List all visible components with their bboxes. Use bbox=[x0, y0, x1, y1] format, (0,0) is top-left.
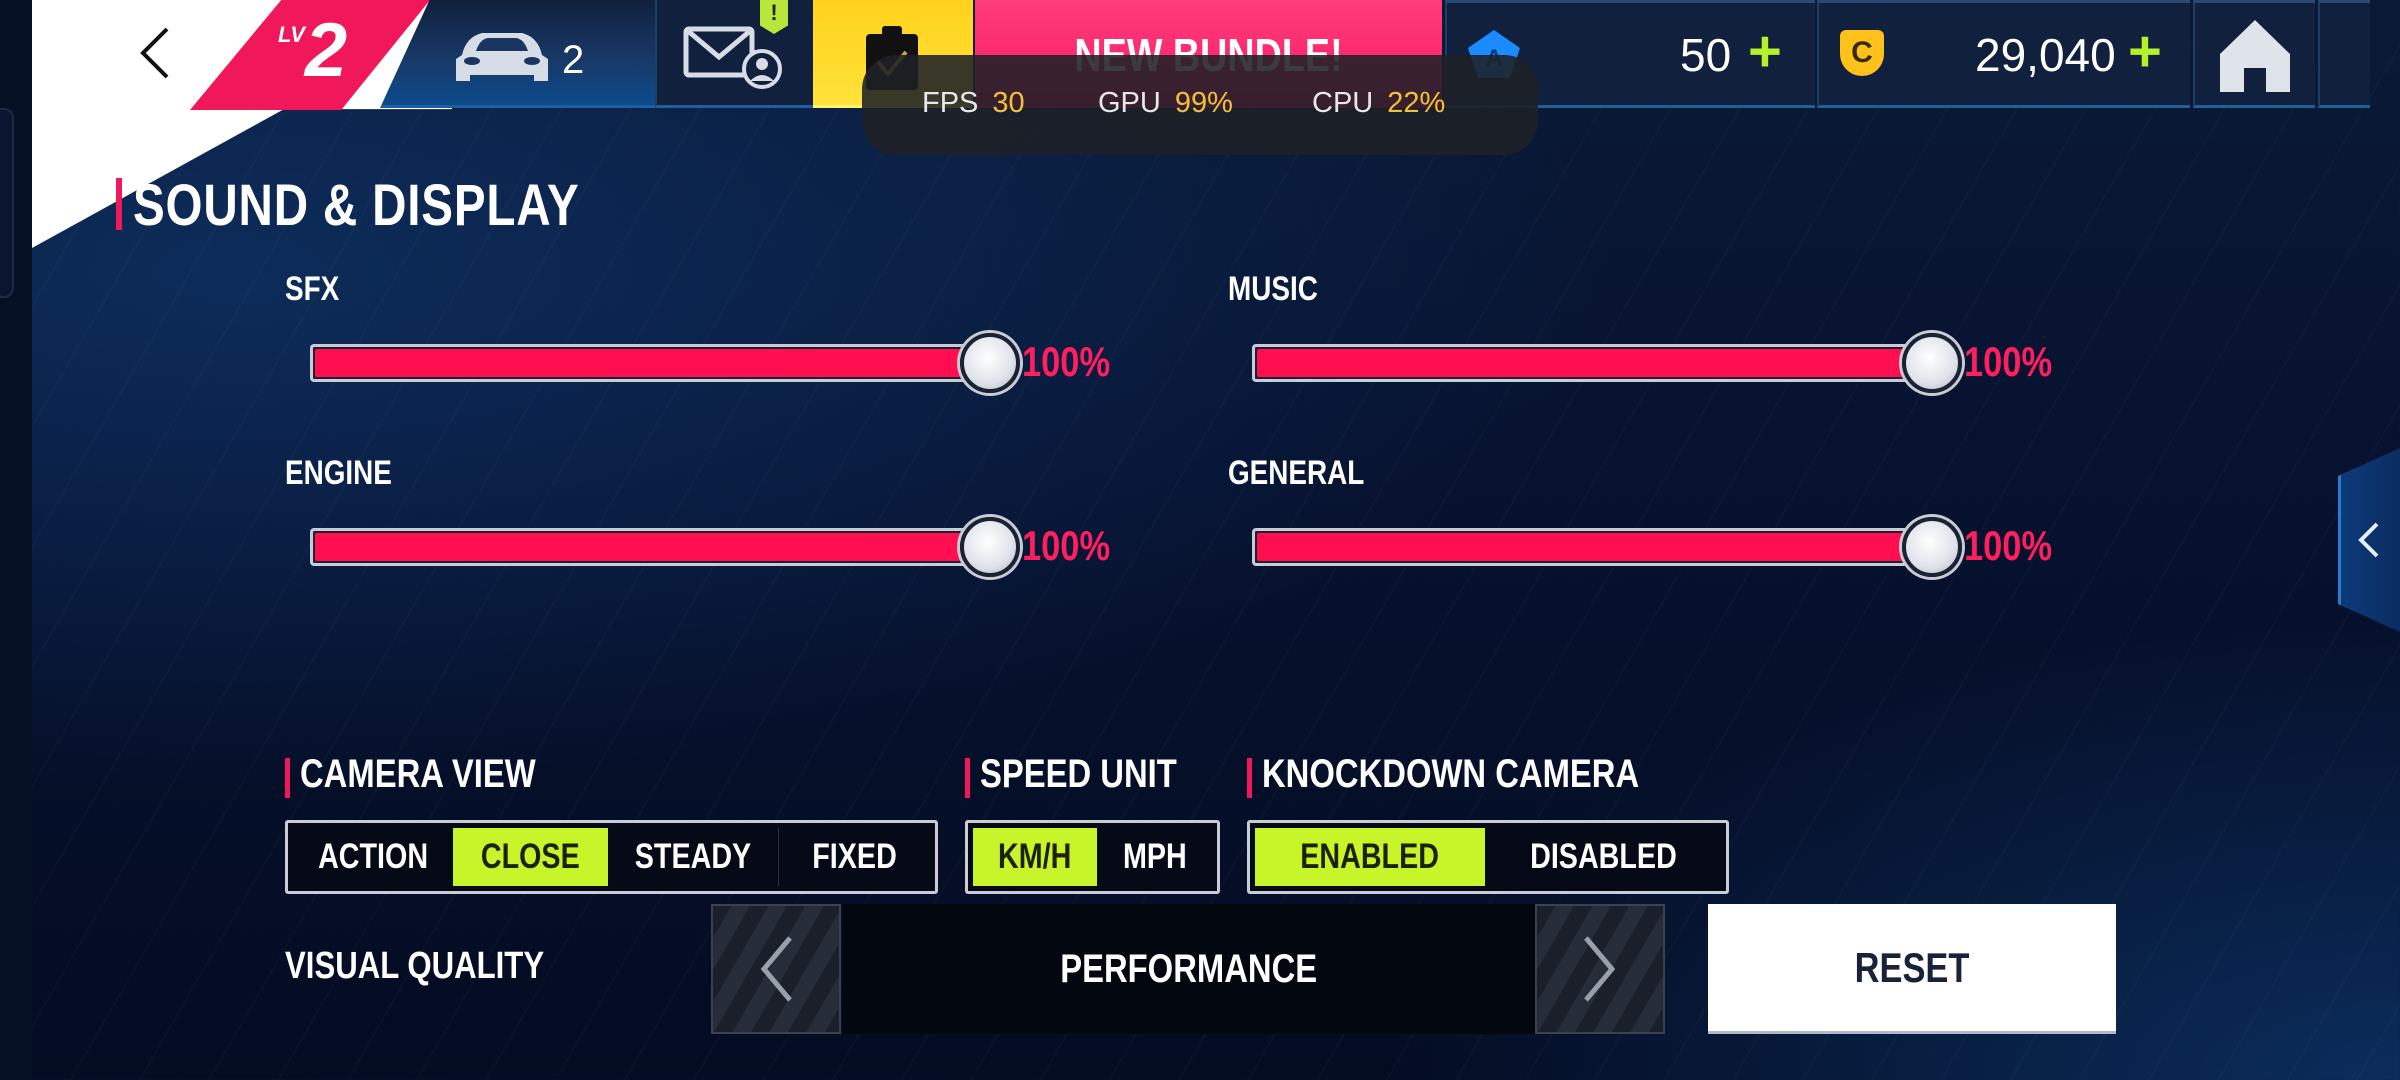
page-title: SOUND & DISPLAY bbox=[133, 173, 580, 238]
general-value: 100% bbox=[1964, 522, 2053, 569]
fps-readout: FPS 30 bbox=[922, 87, 1025, 119]
music-label: MUSIC bbox=[1228, 270, 1318, 308]
sfx-slider-thumb[interactable] bbox=[960, 333, 1020, 393]
general-slider-fill bbox=[1257, 533, 1947, 561]
back-button[interactable] bbox=[120, 18, 190, 88]
knockdown-option-disabled[interactable]: DISABLED bbox=[1485, 828, 1721, 886]
general-label: GENERAL bbox=[1228, 454, 1365, 492]
speed-option-mph[interactable]: MPH bbox=[1097, 828, 1212, 886]
general-slider-thumb[interactable] bbox=[1902, 517, 1962, 577]
speed-unit-accent bbox=[965, 758, 970, 798]
visual-quality-next-button[interactable] bbox=[1535, 904, 1665, 1034]
visual-quality-value: PERFORMANCE bbox=[1060, 946, 1318, 991]
chevron-left-icon bbox=[2358, 522, 2379, 558]
knockdown-camera-label: KNOCKDOWN CAMERA bbox=[1262, 752, 1640, 796]
reset-button[interactable]: RESET bbox=[1708, 904, 2116, 1034]
sfx-value: 100% bbox=[1022, 338, 1111, 385]
add-tokens-button[interactable]: + bbox=[1748, 18, 1782, 85]
knockdown-camera-accent bbox=[1247, 758, 1252, 798]
camera-option-steady[interactable]: STEADY bbox=[608, 828, 778, 886]
tokens-value: 50 bbox=[1680, 29, 1732, 81]
camera-option-close[interactable]: CLOSE bbox=[453, 828, 608, 886]
level-indicator: LV2 bbox=[278, 13, 347, 89]
home-icon bbox=[2220, 20, 2290, 92]
engine-label: ENGINE bbox=[285, 454, 392, 492]
credits-value: 29,040 bbox=[1975, 29, 2116, 81]
visual-quality-value-box: PERFORMANCE bbox=[842, 904, 1536, 1034]
car-icon bbox=[456, 33, 548, 81]
engine-slider-fill bbox=[315, 533, 1005, 561]
side-panel-toggle[interactable] bbox=[2338, 440, 2400, 640]
knockdown-camera-selector: ENABLED DISABLED bbox=[1247, 820, 1729, 894]
camera-view-label: CAMERA VIEW bbox=[300, 752, 536, 796]
mail-profile-icon bbox=[683, 26, 782, 89]
cpu-readout: CPU 22% bbox=[1312, 87, 1446, 119]
camera-view-accent bbox=[285, 758, 290, 798]
add-credits-button[interactable]: + bbox=[2128, 18, 2162, 85]
performance-overlay: FPS 30 GPU 99% CPU 22% bbox=[862, 55, 1538, 155]
sfx-label: SFX bbox=[285, 270, 340, 308]
music-slider-thumb[interactable] bbox=[1902, 333, 1962, 393]
left-edge-tab[interactable] bbox=[0, 108, 14, 298]
sfx-slider[interactable] bbox=[310, 344, 1010, 382]
sfx-slider-fill bbox=[315, 349, 1005, 377]
title-accent bbox=[116, 178, 122, 230]
camera-view-selector: ACTION CLOSE STEADY FIXED bbox=[285, 820, 938, 894]
topbar-extra-cell bbox=[2318, 0, 2370, 108]
music-value: 100% bbox=[1964, 338, 2053, 385]
level-number: 2 bbox=[304, 8, 348, 93]
camera-option-action[interactable]: ACTION bbox=[293, 828, 453, 886]
speed-unit-selector: KM/H MPH bbox=[965, 820, 1220, 894]
credits-coin-icon: C bbox=[1840, 30, 1884, 76]
chevron-left-icon bbox=[760, 936, 792, 1002]
speed-unit-label: SPEED UNIT bbox=[980, 752, 1177, 796]
music-slider[interactable] bbox=[1252, 344, 1952, 382]
engine-value: 100% bbox=[1022, 522, 1111, 569]
chevron-left-icon bbox=[140, 27, 169, 79]
level-prefix: LV bbox=[278, 22, 305, 47]
visual-quality-prev-button[interactable] bbox=[711, 904, 841, 1034]
engine-slider[interactable] bbox=[310, 528, 1010, 566]
knockdown-option-enabled[interactable]: ENABLED bbox=[1255, 828, 1485, 886]
speed-option-kmh[interactable]: KM/H bbox=[973, 828, 1097, 886]
gpu-readout: GPU 99% bbox=[1098, 87, 1233, 119]
engine-slider-thumb[interactable] bbox=[960, 517, 1020, 577]
chevron-right-icon bbox=[1584, 936, 1616, 1002]
music-slider-fill bbox=[1257, 349, 1947, 377]
general-slider[interactable] bbox=[1252, 528, 1952, 566]
visual-quality-label: VISUAL QUALITY bbox=[285, 945, 545, 987]
cars-count: 2 bbox=[562, 38, 585, 82]
camera-option-fixed[interactable]: FIXED bbox=[778, 828, 930, 886]
